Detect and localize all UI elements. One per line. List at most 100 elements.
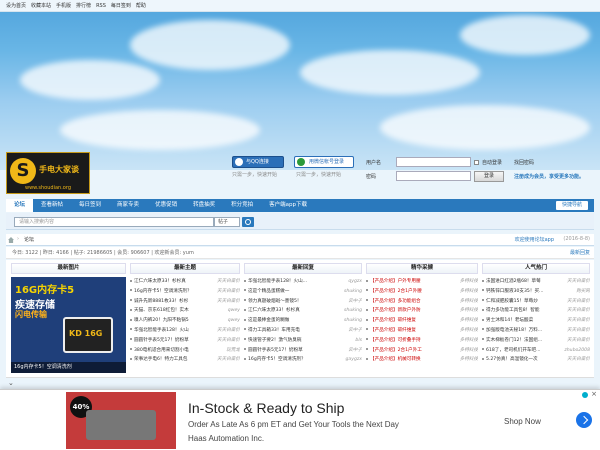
header-latest-replies[interactable]: 最新回复: [244, 263, 362, 274]
item-title[interactable]: 【产品介绍】碳纤维复: [370, 328, 416, 333]
item-title[interactable]: 荣事达手电6！特力工具包: [134, 357, 187, 362]
list-item[interactable]: 荣事达手电6！特力工具包 天天白菜价: [130, 355, 240, 365]
list-item[interactable]: 618了，老司机们开车吧... zhubo2008: [482, 346, 590, 356]
item-author[interactable]: 天天白菜价: [217, 277, 240, 287]
list-item[interactable]: 16g内存卡5！空调清洗剂？ 天天白菜价: [130, 287, 240, 297]
item-author[interactable]: 天天白菜价: [567, 326, 590, 336]
nav-lottery[interactable]: 转盘抽奖: [185, 199, 223, 212]
item-author[interactable]: gaygzx: [346, 355, 363, 365]
item-title[interactable]: 这是最棒金蛋的糊做: [248, 318, 289, 323]
search-input[interactable]: 请输入搜索内容: [14, 217, 214, 227]
list-item[interactable]: 这是个精品蛋糕做一 shuking: [244, 287, 362, 297]
list-item[interactable]: 【产品介绍】机械可转换 多特科技: [366, 355, 478, 365]
nav-promotions[interactable]: 优惠促销: [147, 199, 185, 212]
wechat-login-button[interactable]: 用微信帐号登录: [294, 156, 354, 168]
item-author[interactable]: 天天白菜价: [567, 306, 590, 316]
item-author[interactable]: 云中子: [348, 297, 362, 307]
item-author[interactable]: 天天白菜价: [217, 355, 240, 365]
item-author[interactable]: 多特科技: [460, 277, 478, 287]
list-item[interactable]: 【产品介绍】2合1户外腰 多特科技: [366, 287, 478, 297]
list-item[interactable]: 钙铁锌口服液30支35！买... 购买网: [482, 287, 590, 297]
item-title[interactable]: 华强北智能手表128！火山...: [248, 279, 307, 284]
item-author[interactable]: 天天白菜价: [567, 336, 590, 346]
item-author[interactable]: 多特科技: [460, 346, 478, 356]
item-author[interactable]: 多特科技: [460, 306, 478, 316]
nav-merchant[interactable]: 商家专卖: [109, 199, 147, 212]
item-title[interactable]: 【产品介绍】2合1户外腰: [370, 289, 422, 294]
item-title[interactable]: 5.27仿真！高温镜化一次: [486, 357, 538, 362]
item-author[interactable]: shuking: [344, 316, 362, 326]
arrow-right-icon[interactable]: [576, 412, 592, 428]
search-type-select[interactable]: 帖子: [214, 217, 240, 227]
register-link[interactable]: 注册成为会员，享受更多功能。: [514, 173, 584, 180]
site-logo[interactable]: S 手电大家谈 www.shoudian.org: [6, 152, 90, 194]
item-title[interactable]: 16g内存卡5！空调清洗剂？: [134, 289, 192, 294]
item-title[interactable]: 得力工具箱33！车用充电: [248, 328, 300, 333]
item-title[interactable]: 江仁六味太原33！杉杉真: [134, 279, 186, 284]
list-item[interactable]: 【产品介绍】2合1户外工 多特科技: [366, 346, 478, 356]
item-author[interactable]: shuking: [344, 306, 362, 316]
item-author[interactable]: 天天白菜价: [567, 316, 590, 326]
item-author[interactable]: 多特科技: [460, 297, 478, 307]
item-title[interactable]: 男士沐和14！老坛酸菜: [486, 318, 533, 323]
item-title[interactable]: 618了，老司机们开车吧...: [486, 348, 541, 353]
item-author[interactable]: 多特科技: [460, 316, 478, 326]
latest-reply-link[interactable]: 最新回复: [570, 249, 590, 256]
link-rss[interactable]: RSS: [96, 3, 106, 9]
item-title[interactable]: 【产品介绍】可折叠手持: [370, 338, 421, 343]
link-daily-checkin[interactable]: 每日签到: [111, 2, 131, 9]
item-author[interactable]: 云中子: [348, 326, 362, 336]
list-item[interactable]: 这是最棒金蛋的糊做 shuking: [244, 316, 362, 326]
item-author[interactable]: 云中子: [348, 346, 362, 356]
list-item[interactable]: 圆圆针手表5元17！奶粉草 云中子: [244, 346, 362, 356]
ad-shop-now[interactable]: Shop Now: [504, 417, 541, 426]
item-title[interactable]: 【产品介绍】2合1户外工: [370, 348, 422, 353]
search-icon[interactable]: [242, 217, 254, 227]
item-author[interactable]: qwey: [228, 306, 240, 316]
list-item[interactable]: 领力真题破烟斑～墨镜5！ 云中子: [244, 297, 362, 307]
list-item[interactable]: 仁和减肥胶囊15！草莓炒 天天白菜价: [482, 297, 590, 307]
list-item[interactable]: 实木梯板卷门12！法国组... 天天白菜价: [482, 336, 590, 346]
list-item[interactable]: 380电机适合用来切割小电 玩荒龙: [130, 346, 240, 356]
item-title[interactable]: 圆圆针手表5元17！奶粉草: [134, 338, 189, 343]
header-latest-topics[interactable]: 最新主题: [130, 263, 240, 274]
ad-banner[interactable]: 40% In-Stock & Ready to Ship Order As La…: [0, 389, 600, 450]
link-help[interactable]: 帮助: [136, 2, 146, 9]
header-featured[interactable]: 精华采撷: [366, 263, 478, 274]
item-author[interactable]: 玩荒龙: [226, 346, 240, 356]
list-item[interactable]: 【产品介绍】新款户外防 多特科技: [366, 306, 478, 316]
list-item[interactable]: 江仁六味太原33！杉杉真 shuking: [244, 306, 362, 316]
item-author[interactable]: 多特科技: [460, 355, 478, 365]
list-item[interactable]: 【产品介绍】碳纤维复 多特科技: [366, 326, 478, 336]
auto-login-checkbox[interactable]: [474, 160, 479, 165]
list-item[interactable]: 江仁六味太原33！杉杉真 天天白菜价: [130, 277, 240, 287]
list-item[interactable]: 男士沐和14！老坛酸菜 天天白菜价: [482, 316, 590, 326]
list-item[interactable]: 得力工具箱33！车用充电 云中子: [244, 326, 362, 336]
item-title[interactable]: 江仁六味太原33！杉杉真: [248, 308, 300, 313]
promo-image[interactable]: 16G内存卡5 疾速存储 闪电传输 KD 16G 16g内存卡5！空调清洗剂: [11, 277, 126, 373]
nav-forum[interactable]: 论坛: [6, 199, 34, 212]
item-author[interactable]: 多特科技: [460, 287, 478, 297]
list-item[interactable]: 华强北智能手表128！火山... qygzx: [244, 277, 362, 287]
nav-auction[interactable]: 积分竞拍: [223, 199, 261, 212]
nav-checkin[interactable]: 每日签到: [71, 199, 109, 212]
quick-nav-button[interactable]: 快捷导航: [555, 201, 588, 210]
password-input[interactable]: [396, 171, 471, 181]
item-title[interactable]: 快速管子要2！激气防臭碗: [248, 338, 301, 343]
breadcrumb-current[interactable]: 论坛: [24, 236, 34, 243]
item-author[interactable]: 天天白菜价: [217, 326, 240, 336]
item-title[interactable]: 嗅人内裤20！九阳不粘锅5: [134, 318, 189, 323]
item-title[interactable]: 诚升先新8881枚33！杉杉: [134, 299, 188, 304]
item-title[interactable]: 16g内存卡5！空调清洗剂？: [248, 357, 306, 362]
item-title[interactable]: 加强版电池天秘18！万料...: [486, 328, 542, 333]
list-item[interactable]: 华强北智能手表128！火山 天天白菜价: [130, 326, 240, 336]
nav-app-download[interactable]: 客户端app下载: [261, 199, 315, 212]
list-item[interactable]: 嗅人内裤20！九阳不粘锅5 qwey: [130, 316, 240, 326]
item-title[interactable]: 领力真题破烟斑～墨镜5！: [248, 299, 301, 304]
item-title[interactable]: 钙铁锌口服液30支35！买...: [486, 289, 543, 294]
item-author[interactable]: zhubo2008: [564, 346, 590, 356]
item-title[interactable]: 得力多功能工具包8！智能: [486, 308, 539, 313]
qq-login-button[interactable]: 与QQ连接: [232, 156, 284, 168]
item-author[interactable]: qygzx: [348, 277, 362, 287]
item-author[interactable]: 天天白菜价: [567, 355, 590, 365]
